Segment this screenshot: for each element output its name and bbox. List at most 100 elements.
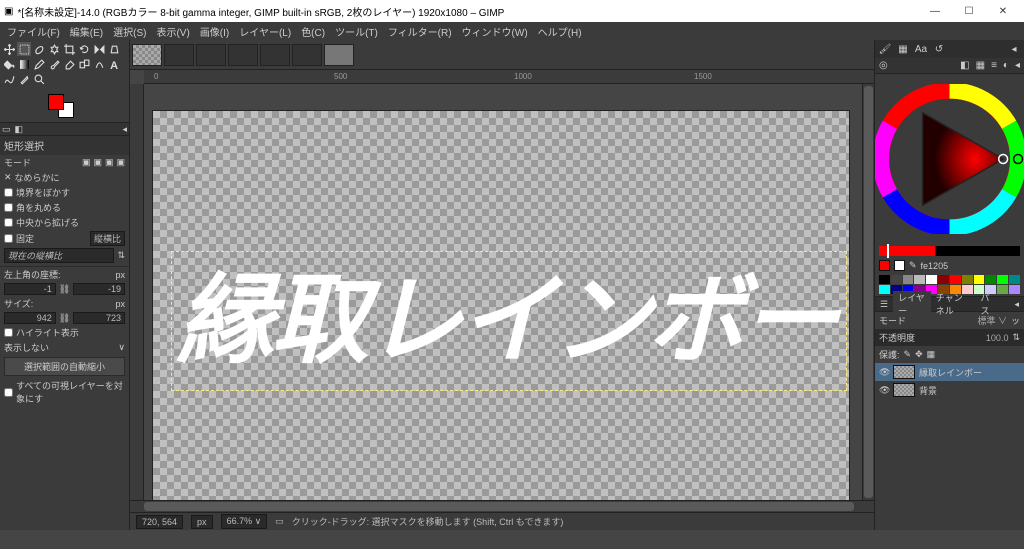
palette-swatch[interactable]	[985, 275, 996, 284]
opt-rounded-check[interactable]	[4, 203, 13, 212]
size-unit[interactable]: px	[115, 299, 125, 309]
picker-icon[interactable]: ◧	[960, 60, 969, 71]
tool-rotate[interactable]	[77, 42, 91, 56]
palette-swatch[interactable]	[914, 275, 925, 284]
opt-highlight-check[interactable]	[4, 328, 13, 337]
pattern-tab-icon[interactable]: ▦	[897, 43, 909, 55]
opacity-value[interactable]: 100.0	[986, 333, 1009, 343]
color-wheel[interactable]	[875, 74, 1024, 244]
visibility-icon[interactable]: 👁	[879, 367, 889, 378]
palette-swatch[interactable]	[879, 275, 890, 284]
ratio-swap-icon[interactable]: ⇅	[117, 250, 125, 261]
close-button[interactable]: ✕	[986, 0, 1020, 22]
pos-x[interactable]: -1	[4, 283, 56, 295]
image-tab-2[interactable]	[164, 44, 194, 66]
tool-rect-select[interactable]	[17, 42, 31, 56]
palette-swatch[interactable]	[891, 275, 902, 284]
menu-view[interactable]: 表示(V)	[151, 24, 194, 39]
bg-color-box[interactable]	[894, 260, 905, 271]
tool-crop[interactable]	[62, 42, 76, 56]
layer-mode-value[interactable]: 標準 ∨	[977, 314, 1007, 327]
fg-color-box[interactable]	[879, 260, 890, 271]
tool-free-select[interactable]	[32, 42, 46, 56]
tool-gradient[interactable]	[17, 57, 31, 71]
menu-window[interactable]: ウィンドウ(W)	[457, 24, 533, 39]
ratio-field[interactable]: 現在の縦横比	[4, 248, 114, 263]
minimize-button[interactable]: —	[918, 0, 952, 22]
palette-swatch[interactable]	[1009, 275, 1020, 284]
tool-path[interactable]	[2, 72, 16, 86]
opt-fixed-mode[interactable]: 縦横比	[90, 231, 125, 246]
opt-fixed-check[interactable]	[4, 234, 13, 243]
menu-tools[interactable]: ツール(T)	[330, 24, 383, 39]
wheel-icon[interactable]: ◎	[879, 60, 888, 71]
ruler-horizontal[interactable]: 0 500 1000 1500	[144, 70, 874, 84]
palette-swatch[interactable]	[938, 275, 949, 284]
layer-name[interactable]: 背景	[919, 384, 937, 397]
color-swatches[interactable]	[48, 94, 76, 118]
size-link-icon[interactable]: ⛓	[59, 313, 70, 324]
tool-flip[interactable]	[92, 42, 106, 56]
font-tab-icon[interactable]: Aa	[915, 43, 927, 55]
palette-swatch[interactable]	[879, 285, 890, 294]
tool-perspective[interactable]	[107, 42, 121, 56]
palette-swatch[interactable]	[926, 275, 937, 284]
watercolor-icon[interactable]: ◐	[1003, 60, 1009, 71]
menu-color[interactable]: 色(C)	[296, 24, 330, 39]
status-zoom[interactable]: 66.7% ∨	[221, 514, 268, 529]
tab-tool-options-icon[interactable]: ▭	[2, 124, 11, 135]
menu-filter[interactable]: フィルター(R)	[383, 24, 457, 39]
palette-swatch[interactable]	[997, 275, 1008, 284]
brush-tab-icon[interactable]: 🖌	[879, 43, 891, 55]
tool-fuzzy-select[interactable]	[47, 42, 61, 56]
tool-colorpicker[interactable]	[17, 72, 31, 86]
menu-layer[interactable]: レイヤー(L)	[234, 24, 296, 39]
tool-zoom[interactable]	[32, 72, 46, 86]
palette-swatch[interactable]	[974, 275, 985, 284]
layer-row-1[interactable]: 👁 縁取レインボー	[875, 363, 1024, 381]
vertical-scrollbar[interactable]	[862, 84, 874, 500]
menu-select[interactable]: 選択(S)	[108, 24, 151, 39]
size-h[interactable]: 723	[73, 312, 125, 324]
image-tab-1[interactable]	[132, 44, 162, 66]
lock-pixels-icon[interactable]: ✎	[904, 349, 912, 360]
layer-row-2[interactable]: 👁 背景	[875, 381, 1024, 399]
canvas-area[interactable]: 縁取レインボー	[144, 84, 862, 500]
palette-swatch[interactable]	[962, 275, 973, 284]
image-tab-3[interactable]	[196, 44, 226, 66]
canvas[interactable]: 縁取レインボー	[152, 110, 850, 500]
menu-file[interactable]: ファイル(F)	[2, 24, 65, 39]
palette-swatch[interactable]	[950, 275, 961, 284]
opt-feather-check[interactable]	[4, 188, 13, 197]
menu-image[interactable]: 画像(I)	[195, 24, 234, 39]
hex-value[interactable]: fe1205	[921, 261, 949, 271]
lock-position-icon[interactable]: ✥	[915, 349, 923, 360]
tool-text[interactable]: A	[107, 57, 121, 71]
size-w[interactable]: 942	[4, 312, 56, 324]
palette-swatch[interactable]	[1009, 285, 1020, 294]
image-tab-7[interactable]	[324, 44, 354, 66]
eyedropper-icon[interactable]: ✎	[909, 260, 917, 271]
pos-link-icon[interactable]: ⛓	[59, 284, 70, 295]
menu-help[interactable]: ヘルプ(H)	[533, 24, 587, 39]
maximize-button[interactable]: ☐	[952, 0, 986, 22]
status-unit[interactable]: px	[191, 515, 213, 529]
pos-unit[interactable]: px	[115, 270, 125, 280]
tab-device-status-icon[interactable]: ◧	[15, 124, 24, 135]
ruler-vertical[interactable]	[130, 84, 144, 500]
tool-clone[interactable]	[77, 57, 91, 71]
image-tab-6[interactable]	[292, 44, 322, 66]
menu-edit[interactable]: 編集(E)	[65, 24, 108, 39]
layer-name[interactable]: 縁取レインボー	[919, 366, 982, 379]
tab-menu-icon[interactable]: ◂	[1015, 60, 1020, 71]
mode-switch-icon[interactable]: ッ	[1011, 314, 1020, 327]
autoshrink-button[interactable]: 選択範囲の自動縮小	[4, 357, 125, 376]
foreground-color[interactable]	[48, 94, 64, 110]
tool-bucket[interactable]	[2, 57, 16, 71]
mode-replace-icon[interactable]: ▣	[82, 157, 91, 168]
tab-menu-icon[interactable]: ◂	[1009, 299, 1024, 310]
palette-swatch[interactable]	[903, 275, 914, 284]
mode-intersect-icon[interactable]: ▣	[116, 157, 125, 168]
sliders-icon[interactable]: ≡	[991, 60, 997, 71]
mode-sub-icon[interactable]: ▣	[105, 157, 114, 168]
